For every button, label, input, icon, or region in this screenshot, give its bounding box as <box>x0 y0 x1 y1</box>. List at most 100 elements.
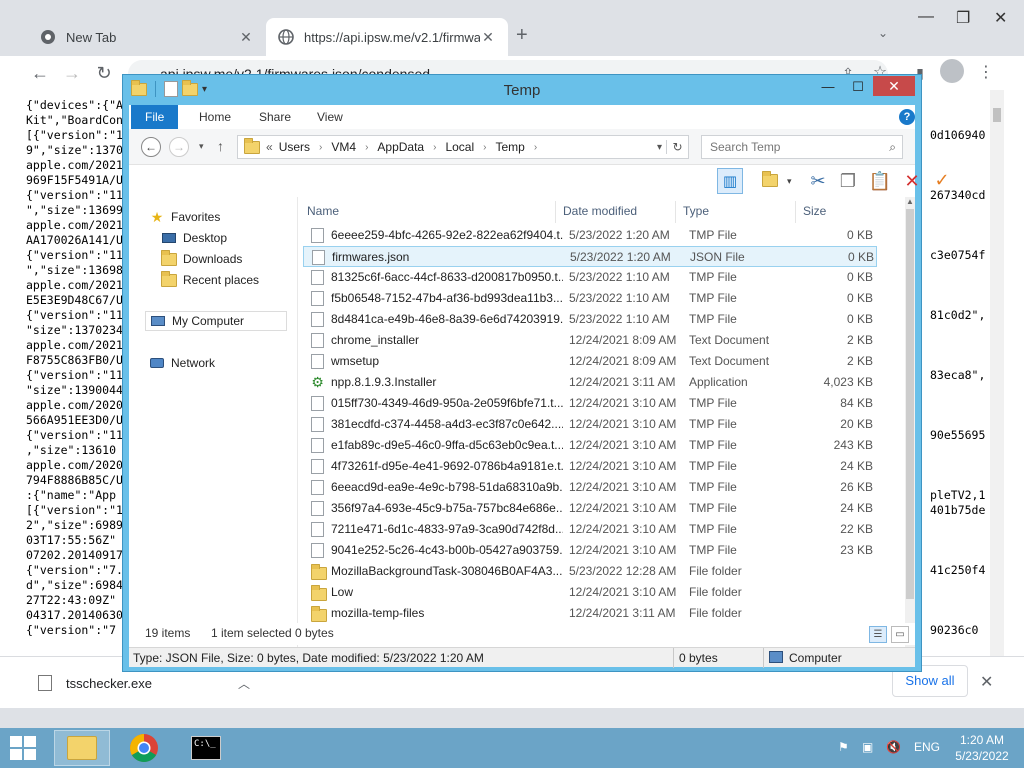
chrome-taskbar-button[interactable] <box>116 730 172 766</box>
close-icon[interactable]: ✕ <box>994 8 1007 28</box>
cut-icon[interactable]: ✂ <box>805 168 831 194</box>
dropdown-arrow-icon[interactable]: ▾ <box>787 176 792 187</box>
breadcrumb-local[interactable]: Local <box>445 140 474 154</box>
file-row[interactable]: 81325c6f-6acc-44cf-8633-d200817b0950.t..… <box>303 267 877 288</box>
close-icon[interactable]: ✕ <box>480 29 496 46</box>
forward-arrow-icon[interactable]: → <box>169 137 189 157</box>
breadcrumb-users[interactable]: Users <box>279 140 310 154</box>
nav-downloads[interactable]: Downloads <box>161 249 242 269</box>
file-type: TMP File <box>689 312 737 326</box>
checkmark-icon[interactable]: ✓ <box>929 167 955 193</box>
file-explorer-taskbar-button[interactable] <box>54 730 110 766</box>
breadcrumb-appdata[interactable]: AppData <box>377 140 424 154</box>
file-row[interactable]: 9041e252-5c26-4c43-b00b-05427a903759....… <box>303 540 877 561</box>
file-row[interactable]: 8d4841ca-e49b-46e8-8a39-6e6d74203919....… <box>303 309 877 330</box>
file-size: 243 KB <box>833 438 873 452</box>
minimize-icon[interactable]: — <box>918 8 934 26</box>
close-icon[interactable]: ✕ <box>980 672 993 692</box>
preview-pane-icon[interactable]: ▥ <box>717 168 743 194</box>
file-list-scrollbar[interactable]: ▲ ▼ <box>905 197 915 647</box>
window-title: Temp <box>503 82 541 99</box>
page-scrollbar[interactable] <box>990 90 1004 656</box>
file-row[interactable]: chrome_installer 12/24/2021 8:09 AM Text D… <box>303 330 877 351</box>
tab-file[interactable]: File <box>131 105 179 129</box>
delete-icon[interactable]: ✕ <box>899 168 925 194</box>
reload-icon[interactable]: ↻ <box>92 61 116 85</box>
details-view-icon[interactable]: ☰ <box>869 626 887 643</box>
chevron-right-icon[interactable]: › <box>433 142 436 153</box>
nav-desktop[interactable]: Desktop <box>161 228 227 248</box>
tab-share[interactable]: Share <box>245 105 305 129</box>
file-row[interactable]: 015ff730-4349-46d9-950a-2e059f6bfe71.t..… <box>303 393 877 414</box>
up-arrow-icon[interactable]: ↑ <box>217 138 224 154</box>
avatar[interactable] <box>940 59 964 83</box>
chevron-right-icon[interactable]: › <box>319 142 322 153</box>
search-input[interactable]: Search Temp ⌕ <box>701 135 903 159</box>
nav-my-computer[interactable]: My Computer <box>145 311 287 331</box>
chevron-right-icon[interactable]: › <box>483 142 486 153</box>
clock[interactable]: 1:20 AM 5/23/2022 <box>950 732 1014 764</box>
large-icons-view-icon[interactable]: ▭ <box>891 626 909 643</box>
file-row[interactable]: 6eeee259-4bfc-4265-92e2-822ea62f9404.t..… <box>303 225 877 246</box>
chevron-up-icon[interactable]: ▲ <box>905 197 915 209</box>
help-icon[interactable]: ? <box>899 109 915 125</box>
refresh-icon[interactable]: ↻ <box>666 140 688 154</box>
file-row[interactable]: firmwares.json 5/23/2022 1:20 AM JSON File… <box>303 246 877 267</box>
forward-arrow-icon[interactable]: → <box>60 61 84 85</box>
volume-muted-icon[interactable]: 🔇 <box>886 740 901 754</box>
column-header-name[interactable]: Name <box>307 201 339 221</box>
plus-icon[interactable]: + <box>516 24 528 47</box>
download-filename: tsschecker.exe <box>66 675 152 691</box>
breadcrumb-temp[interactable]: Temp <box>495 140 524 154</box>
paste-icon[interactable]: 📋 <box>867 168 893 194</box>
file-row[interactable]: e1fab89c-d9e5-46c0-9ffa-d5c63eb0c9ea.t..… <box>303 435 877 456</box>
recent-locations-icon[interactable]: ▾ <box>199 141 204 152</box>
nav-network[interactable]: Network <box>149 353 215 373</box>
breadcrumb-vm4[interactable]: VM4 <box>331 140 356 154</box>
minimize-icon[interactable]: — <box>815 77 841 97</box>
nav-favorites[interactable]: ★ Favorites <box>149 207 221 227</box>
file-row[interactable]: f5b06548-7152-47b4-af36-bd993dea11b3....… <box>303 288 877 309</box>
chevron-down-icon[interactable]: ▾ <box>657 142 662 153</box>
restore-icon[interactable]: ❐ <box>956 8 970 28</box>
file-row[interactable]: 356f97a4-693e-45c9-b75a-757bc84e686e....… <box>303 498 877 519</box>
back-arrow-icon[interactable]: ← <box>141 137 161 157</box>
tab-view[interactable]: View <box>303 105 357 129</box>
language-indicator[interactable]: ENG <box>914 740 940 754</box>
file-row[interactable]: wmsetup 12/24/2021 8:09 AM Text Document 2 … <box>303 351 877 372</box>
file-row[interactable]: ⚙ npp.8.1.9.3.Installer 12/24/2021 3:11 AM… <box>303 372 877 393</box>
network-status-icon[interactable]: ▣ <box>862 740 873 754</box>
chevron-up-icon[interactable]: ︿ <box>238 675 250 692</box>
chevron-right-icon[interactable]: › <box>365 142 368 153</box>
copy-icon[interactable]: ❐ <box>835 168 861 194</box>
file-row[interactable]: 381ecdfd-c374-4458-a4d3-ec3f87c0e642....… <box>303 414 877 435</box>
chevron-down-icon[interactable]: ⌄ <box>878 26 888 40</box>
close-button[interactable]: ✕ <box>873 76 915 96</box>
file-row[interactable]: Low 12/24/2021 3:10 AM File folder <box>303 582 877 603</box>
close-icon[interactable]: ✕ <box>238 29 254 46</box>
back-arrow-icon[interactable]: ← <box>28 61 52 85</box>
explorer-address-bar[interactable]: « Users › VM4 › AppData › Local › Temp ›… <box>237 135 689 159</box>
windows-start-icon[interactable] <box>10 736 36 760</box>
file-row[interactable]: 7211e471-6d1c-4833-97a9-3ca90d742f8d....… <box>303 519 877 540</box>
file-icon <box>311 459 324 474</box>
file-row[interactable]: mozilla-temp-files 12/24/2021 3:11 AM File… <box>303 603 877 624</box>
kebab-menu-icon[interactable]: ⋮ <box>974 61 998 85</box>
column-header-type[interactable]: Type <box>683 201 709 221</box>
chevron-right-icon[interactable]: › <box>534 142 537 153</box>
tab-new-tab[interactable]: New Tab ✕ <box>28 18 266 56</box>
file-row[interactable]: 6eeacd9d-ea9e-4e9c-b798-51da68310a9b....… <box>303 477 877 498</box>
file-row[interactable]: MozillaBackgroundTask-308046B0AF4A3... 5/… <box>303 561 877 582</box>
cmd-taskbar-button[interactable]: C:\_ <box>178 730 234 766</box>
action-center-icon[interactable]: ⚑ <box>838 740 849 754</box>
tab-home[interactable]: Home <box>185 105 245 129</box>
tab-api[interactable]: https://api.ipsw.me/v2.1/firmwares.json/… <box>266 18 508 56</box>
column-header-date[interactable]: Date modified <box>563 201 637 221</box>
column-header-size[interactable]: Size <box>803 201 826 221</box>
folder-options-icon[interactable] <box>757 168 783 194</box>
explorer-titlebar[interactable]: ▾ Temp — ☐ ✕ <box>123 75 921 105</box>
breadcrumb-overflow[interactable]: « <box>266 140 273 154</box>
maximize-icon[interactable]: ☐ <box>845 77 871 97</box>
file-row[interactable]: 4f73261f-d95e-4e41-9692-0786b4a9181e.t..… <box>303 456 877 477</box>
nav-recent-places[interactable]: Recent places <box>161 270 259 290</box>
